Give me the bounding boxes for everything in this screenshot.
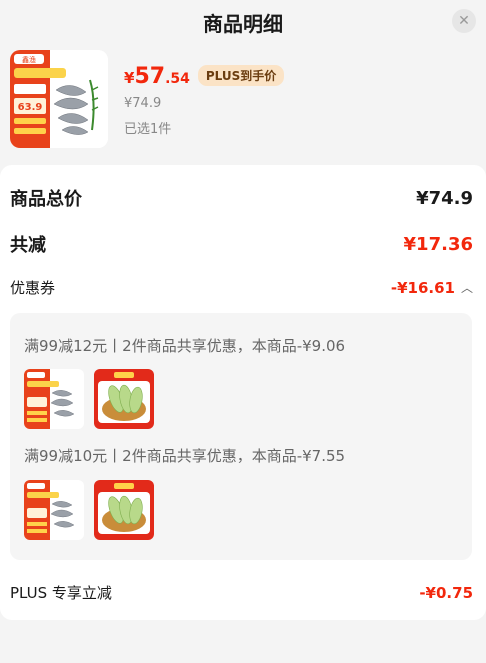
shrimp-thumbnail xyxy=(24,369,84,429)
page-title: 商品明细 xyxy=(203,11,283,36)
product-thumbnail: 鑫渔 63.9 xyxy=(10,50,108,148)
total-reduce-value: ¥17.36 xyxy=(403,233,473,255)
coupon-label: 优惠券 xyxy=(10,279,56,297)
coupon-details: 满99减12元丨2件商品共享优惠，本商品-¥9.06 满99减10元丨2件商品共… xyxy=(10,313,472,560)
close-icon[interactable]: ✕ xyxy=(452,9,476,33)
plus-discount-value: -¥0.75 xyxy=(419,583,473,602)
plus-price-tag: PLUS到手价 xyxy=(197,65,285,86)
product-price: ¥ 57 .54 PLUS到手价 xyxy=(124,64,285,89)
product-summary: 鑫渔 63.9 ¥ 57 .54 PLUS到手价 ¥74.9 已选1件 xyxy=(10,50,476,150)
chevron-up-icon[interactable]: ︿ xyxy=(461,279,473,296)
total-price-row: 商品总价 ¥74.9 xyxy=(10,185,473,211)
header: 商品明细 ✕ xyxy=(0,0,486,44)
svg-text:63.9: 63.9 xyxy=(18,102,43,113)
total-reduce-label: 共减 xyxy=(10,235,46,256)
plus-discount-label: PLUS 专享立减 xyxy=(10,584,112,602)
shrimp-thumbnail xyxy=(24,480,84,540)
vegetable-thumbnail xyxy=(94,369,154,429)
vegetable-thumbnail xyxy=(94,480,154,540)
original-price: ¥74.9 xyxy=(124,96,162,111)
total-price-label: 商品总价 xyxy=(10,189,82,210)
coupon-detail-text: 满99减10元丨2件商品共享优惠，本商品-¥7.55 xyxy=(24,447,346,465)
total-reduce-row: 共减 ¥17.36 xyxy=(10,231,473,257)
svg-text:鑫渔: 鑫渔 xyxy=(22,55,36,64)
coupon-row[interactable]: 优惠券 -¥16.61 ︿ xyxy=(10,277,473,298)
total-price-value: ¥74.9 xyxy=(416,187,473,209)
selected-count: 已选1件 xyxy=(124,122,172,137)
plus-discount-row: PLUS 专享立减 -¥0.75 xyxy=(10,582,473,603)
coupon-detail-text: 满99减12元丨2件商品共享优惠，本商品-¥9.06 xyxy=(24,337,346,355)
price-breakdown-card: 商品总价 ¥74.9 共减 ¥17.36 优惠券 -¥16.61 ︿ 满99减1… xyxy=(0,165,486,620)
coupon-value: -¥16.61 xyxy=(390,278,455,297)
